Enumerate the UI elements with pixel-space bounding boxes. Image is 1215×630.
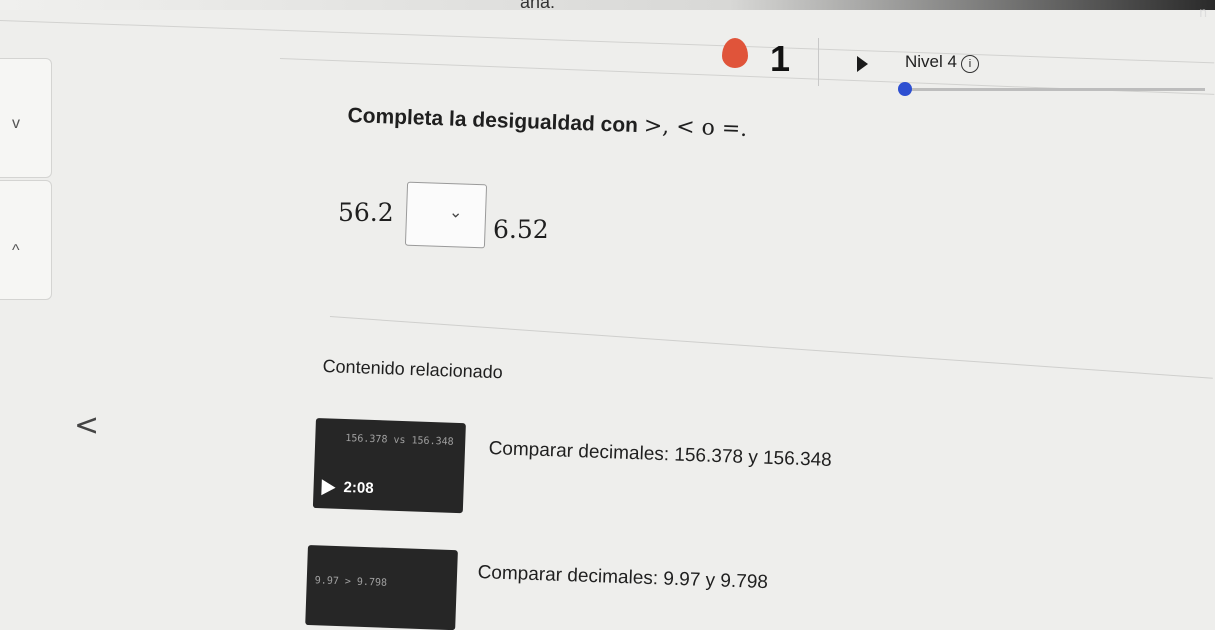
related-content-title: Contenido relacionado bbox=[322, 356, 504, 383]
thumbnail-scribble: 156.378 vs 156.348 bbox=[345, 433, 454, 448]
top-text-fragment: ana: bbox=[520, 0, 556, 12]
top-bar bbox=[0, 0, 1215, 10]
comparison-dropdown[interactable]: ⌄ bbox=[404, 181, 488, 249]
level-progress-track bbox=[905, 88, 1205, 91]
corner-glyph: n bbox=[1199, 4, 1207, 20]
left-value: 56.2 bbox=[338, 198, 394, 227]
question-text: Completa la desigualdad con bbox=[347, 103, 639, 138]
rail-card-bottom[interactable] bbox=[0, 180, 52, 300]
left-rail: v ^ bbox=[0, 20, 58, 608]
flame-icon bbox=[722, 38, 748, 68]
play-icon bbox=[321, 479, 336, 496]
chevron-left-icon: < bbox=[74, 408, 100, 443]
chevron-up-icon[interactable]: ^ bbox=[12, 242, 20, 260]
rail-card-top[interactable] bbox=[0, 58, 52, 178]
video-title-link[interactable]: Comparar decimales: 156.378 y 156.348 bbox=[488, 438, 832, 472]
back-arrow-button[interactable]: < bbox=[66, 408, 106, 448]
question-prompt: Completa la desigualdad con >, < o =. bbox=[347, 103, 748, 142]
video-duration: 2:08 bbox=[343, 479, 374, 498]
video-thumbnail[interactable]: 9.97 > 9.798 bbox=[305, 545, 458, 630]
video-title-link[interactable]: Comparar decimales: 9.97 y 9.798 bbox=[477, 562, 768, 594]
chevron-down-icon: ⌄ bbox=[448, 204, 463, 222]
play-icon[interactable] bbox=[857, 56, 868, 72]
video-thumbnail[interactable]: 156.378 vs 156.348 2:08 bbox=[312, 418, 466, 514]
level-indicator[interactable]: Nivel 4i bbox=[905, 52, 979, 73]
question-symbols: >, < o =. bbox=[643, 113, 748, 142]
thumbnail-scribble: 9.97 > 9.798 bbox=[314, 575, 388, 589]
info-icon[interactable]: i bbox=[960, 55, 979, 73]
level-progress-dot bbox=[898, 82, 912, 96]
header-separator bbox=[818, 38, 819, 86]
level-label: Nivel 4 bbox=[905, 52, 957, 71]
header-divider bbox=[0, 20, 1215, 64]
chevron-down-icon[interactable]: v bbox=[12, 115, 20, 133]
streak-count: 1 bbox=[770, 38, 791, 79]
right-value: 6.52 bbox=[493, 215, 549, 244]
